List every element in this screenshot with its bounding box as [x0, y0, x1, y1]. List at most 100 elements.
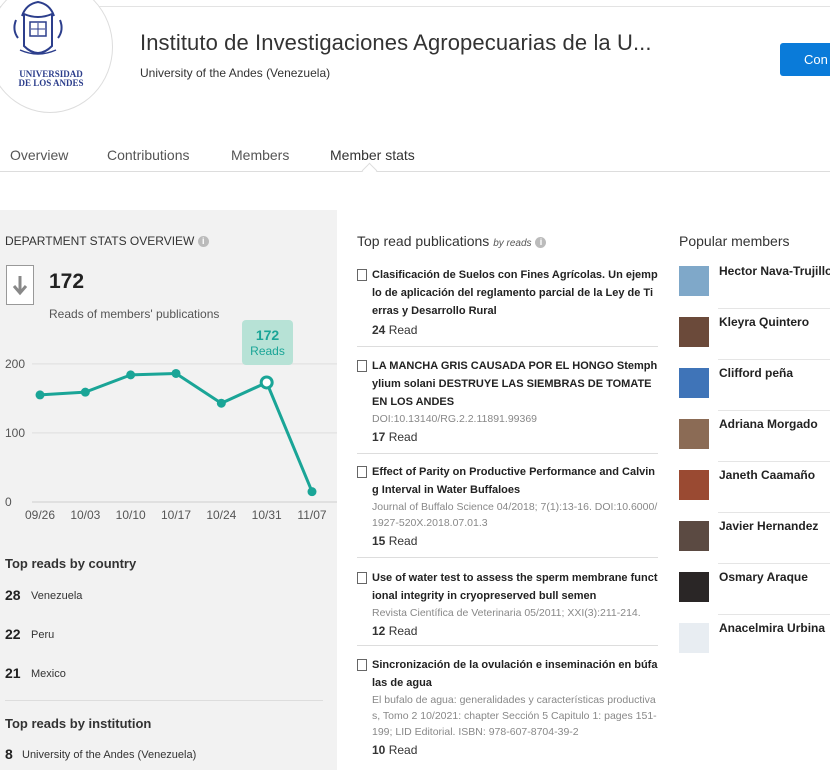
- publication-item[interactable]: LA MANCHA GRIS CAUSADA POR EL HONGO Stem…: [357, 357, 658, 447]
- tooltip-label: Reads: [250, 344, 285, 358]
- institution-heading: Top reads by institution: [5, 716, 152, 731]
- member-name[interactable]: Clifford peña: [719, 366, 793, 380]
- chart-x-tick-label: 11/07: [297, 508, 326, 522]
- info-icon[interactable]: i: [197, 236, 209, 248]
- publication-meta: Revista Científica de Veterinaria 05/201…: [372, 607, 641, 619]
- chart-data-point: [307, 487, 317, 497]
- chart-data-point: [80, 387, 90, 397]
- follow-button[interactable]: Con: [780, 43, 830, 76]
- publication-title[interactable]: Use of water test to assess the sperm me…: [372, 569, 658, 605]
- publication-item[interactable]: Clasificación de Suelos con Fines Agríco…: [357, 266, 658, 340]
- member-item[interactable]: Kleyra Quintero: [679, 315, 830, 357]
- publication-title[interactable]: Sincronización de la ovulación e insemin…: [372, 656, 658, 692]
- member-item[interactable]: Adriana Morgado: [679, 417, 830, 459]
- country-name: Mexico: [31, 668, 66, 680]
- active-tab-indicator: [361, 162, 378, 179]
- reads-count: 172: [49, 270, 85, 293]
- chart-data-point: [126, 370, 136, 380]
- member-divider: [718, 614, 830, 615]
- member-divider: [718, 410, 830, 411]
- avatar[interactable]: [679, 470, 709, 500]
- avatar[interactable]: [679, 623, 709, 653]
- chart-y-tick-label: 100: [5, 426, 25, 440]
- member-divider: [718, 563, 830, 564]
- avatar[interactable]: [679, 368, 709, 398]
- member-divider: [718, 308, 830, 309]
- country-name: Peru: [31, 629, 55, 641]
- document-icon: [357, 572, 367, 584]
- avatar[interactable]: [679, 572, 709, 602]
- institution-name[interactable]: University of the Andes (Venezuela): [22, 749, 196, 761]
- chart-y-tick-label: 200: [5, 357, 25, 371]
- document-icon: [357, 360, 367, 372]
- document-icon: [357, 659, 367, 671]
- publications-by-label: by reads: [493, 238, 532, 249]
- institution-subtitle[interactable]: University of the Andes (Venezuela): [140, 66, 330, 80]
- publication-item[interactable]: Sincronización de la ovulación e insemin…: [357, 656, 658, 760]
- chart-tooltip: 172 Reads: [242, 320, 293, 365]
- chart-data-point: [171, 368, 181, 378]
- tab-divider: [0, 171, 830, 172]
- document-icon: [357, 269, 367, 281]
- member-name[interactable]: Adriana Morgado: [719, 417, 818, 431]
- member-item[interactable]: Javier Hernandez: [679, 519, 830, 561]
- country-count: 22: [5, 626, 21, 642]
- tab-overview[interactable]: Overview: [10, 147, 68, 163]
- publication-reads: 15 Read: [372, 534, 418, 548]
- member-name[interactable]: Hector Nava-Trujillo: [719, 264, 830, 278]
- tab-members[interactable]: Members: [231, 147, 289, 163]
- publication-reads: 24 Read: [372, 323, 418, 337]
- info-icon[interactable]: i: [535, 236, 547, 248]
- institution-logo[interactable]: UNIVERSIDAD DE LOS ANDES: [0, 0, 112, 112]
- avatar[interactable]: [679, 266, 709, 296]
- country-name: Venezuela: [31, 590, 83, 602]
- tab-contributions[interactable]: Contributions: [107, 147, 190, 163]
- publications-heading-label: Top read publications: [357, 233, 490, 249]
- page-title: Instituto de Investigaciones Agropecuari…: [140, 30, 652, 55]
- member-item[interactable]: Hector Nava-Trujillo: [679, 264, 830, 306]
- member-item[interactable]: Clifford peña: [679, 366, 830, 408]
- download-icon: [6, 265, 34, 305]
- publications-heading: Top read publications by reads i: [357, 233, 547, 249]
- university-crest-icon: [13, 0, 63, 55]
- chart-x-tick-label: 10/17: [161, 508, 191, 522]
- publication-item[interactable]: Effect of Parity on Productive Performan…: [357, 463, 658, 551]
- publication-title[interactable]: Effect of Parity on Productive Performan…: [372, 463, 658, 499]
- avatar[interactable]: [679, 419, 709, 449]
- stats-heading: DEPARTMENT STATS OVERVIEW i: [5, 234, 209, 248]
- popular-members-heading: Popular members: [679, 233, 790, 249]
- member-name[interactable]: Janeth Caamaño: [719, 468, 815, 482]
- member-name[interactable]: Osmary Araque: [719, 570, 808, 584]
- member-name[interactable]: Anacelmira Urbina: [719, 621, 825, 635]
- publication-title[interactable]: LA MANCHA GRIS CAUSADA POR EL HONGO Stem…: [372, 357, 658, 411]
- section-divider: [5, 700, 323, 701]
- country-heading: Top reads by country: [5, 556, 137, 571]
- publication-title[interactable]: Clasificación de Suelos con Fines Agríco…: [372, 266, 658, 320]
- avatar[interactable]: [679, 521, 709, 551]
- tab-member-stats[interactable]: Member stats: [330, 147, 415, 163]
- chart-y-tick-label: 0: [5, 495, 12, 509]
- top-divider: [0, 6, 830, 7]
- publication-meta: El bufalo de agua: generalidades y carac…: [372, 694, 657, 738]
- chart-x-tick-label: 10/10: [116, 508, 146, 522]
- publication-divider: [357, 645, 658, 646]
- publication-item[interactable]: Use of water test to assess the sperm me…: [357, 569, 658, 641]
- chart-x-tick-label: 10/03: [70, 508, 100, 522]
- member-item[interactable]: Anacelmira Urbina: [679, 621, 830, 663]
- member-name[interactable]: Kleyra Quintero: [719, 315, 809, 329]
- publication-divider: [357, 557, 658, 558]
- member-divider: [718, 512, 830, 513]
- avatar[interactable]: [679, 317, 709, 347]
- chart-data-point: [216, 398, 226, 408]
- chart-x-tick-label: 10/31: [252, 508, 282, 522]
- member-item[interactable]: Janeth Caamaño: [679, 468, 830, 510]
- publication-divider: [357, 453, 658, 454]
- member-item[interactable]: Osmary Araque: [679, 570, 830, 612]
- member-name[interactable]: Javier Hernandez: [719, 519, 818, 533]
- member-divider: [718, 359, 830, 360]
- tooltip-value: 172: [255, 327, 280, 343]
- publication-meta: Journal of Buffalo Science 04/2018; 7(1)…: [372, 501, 658, 529]
- chart-x-tick-label: 10/24: [206, 508, 236, 522]
- publication-reads: 17 Read: [372, 430, 418, 444]
- publication-reads: 10 Read: [372, 743, 418, 757]
